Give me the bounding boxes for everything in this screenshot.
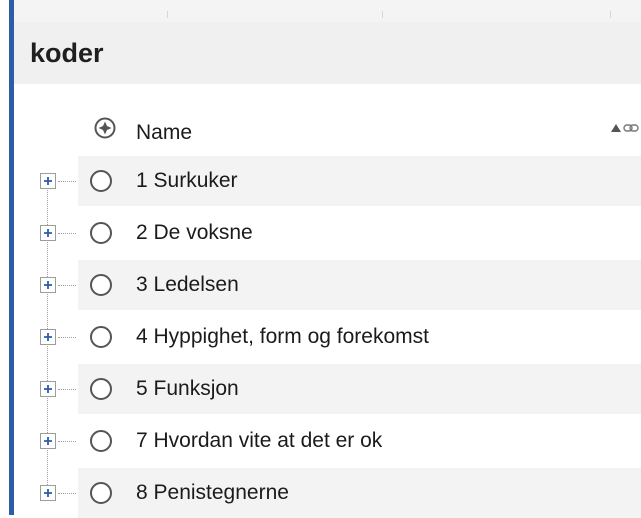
status-circle-icon[interactable]: [90, 482, 112, 504]
status-circle-icon[interactable]: [90, 170, 112, 192]
expand-icon[interactable]: [40, 173, 56, 189]
status-circle-icon[interactable]: [90, 430, 112, 452]
expand-icon[interactable]: [40, 485, 56, 501]
panel-title: koder: [30, 38, 104, 68]
row-label[interactable]: 5 Funksjon: [136, 376, 239, 402]
link-icon[interactable]: [623, 121, 639, 135]
row-label[interactable]: 8 Penistegnerne: [136, 480, 289, 506]
row-label[interactable]: 1 Surkuker: [136, 168, 238, 194]
expand-icon[interactable]: [40, 329, 56, 345]
sort-ascending-icon[interactable]: [611, 124, 621, 132]
status-circle-icon[interactable]: [90, 274, 112, 296]
tree-row[interactable]: 3 Ledelsen: [14, 260, 641, 310]
expand-icon[interactable]: [40, 433, 56, 449]
column-divider: [610, 11, 611, 18]
expand-icon[interactable]: [40, 277, 56, 293]
row-label[interactable]: 2 De voksne: [136, 220, 253, 246]
tree-row[interactable]: 5 Funksjon: [14, 364, 641, 414]
tree-row[interactable]: 2 De voksne: [14, 208, 641, 258]
left-edge: [0, 0, 14, 515]
row-label[interactable]: 7 Hvordan vite at det er ok: [136, 428, 382, 454]
status-circle-icon[interactable]: [90, 326, 112, 348]
panel-header: koder: [14, 22, 641, 84]
tree-row[interactable]: 1 Surkuker: [14, 156, 641, 206]
row-label[interactable]: 3 Ledelsen: [136, 272, 239, 298]
expand-icon[interactable]: [40, 225, 56, 241]
expand-icon[interactable]: [40, 381, 56, 397]
tree-row[interactable]: 7 Hvordan vite at det er ok: [14, 416, 641, 466]
column-header-row[interactable]: Name: [14, 106, 641, 156]
name-column-header[interactable]: Name: [136, 120, 192, 146]
tree-row[interactable]: 8 Penistegnerne: [14, 468, 641, 518]
codes-panel: koder Name 1 Surkuker 2 De voksne 3 Lede…: [14, 22, 641, 518]
status-circle-icon[interactable]: [90, 378, 112, 400]
target-icon[interactable]: [94, 117, 116, 139]
column-divider: [382, 11, 383, 18]
top-toolbar-strip: [14, 0, 641, 23]
status-circle-icon[interactable]: [90, 222, 112, 244]
column-divider: [167, 11, 168, 18]
row-label[interactable]: 4 Hyppighet, form og forekomst: [136, 324, 429, 350]
tree-row[interactable]: 4 Hyppighet, form og forekomst: [14, 312, 641, 362]
